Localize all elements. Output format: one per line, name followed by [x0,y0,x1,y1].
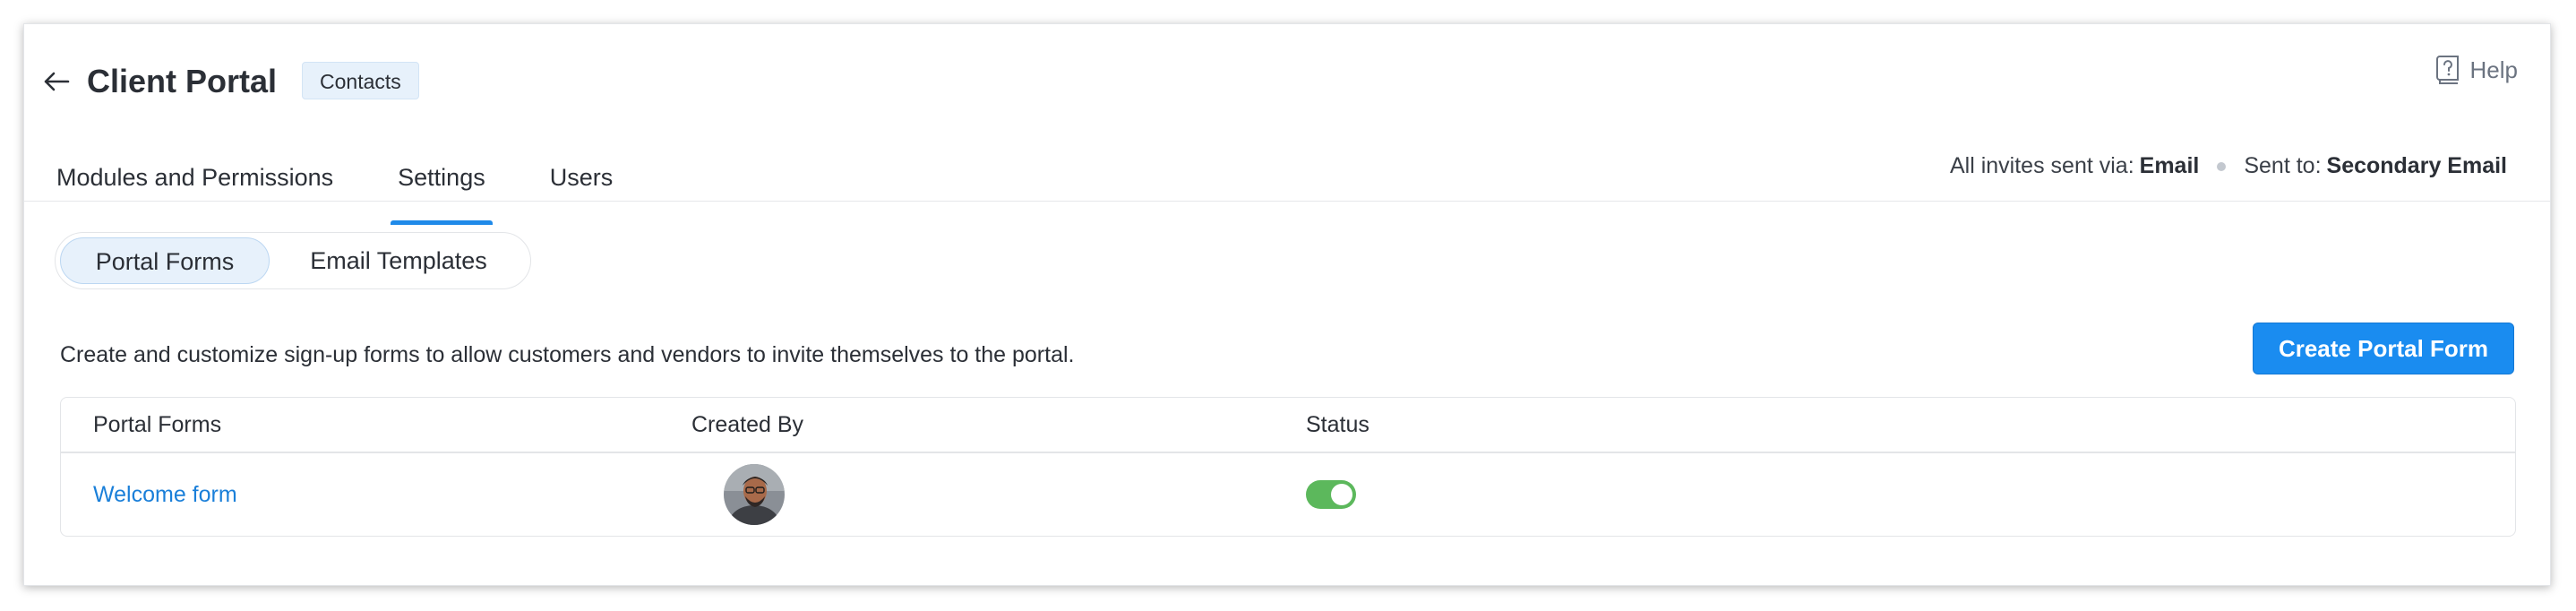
sent-to-label: Sent to: [2244,153,2322,178]
module-badge: Contacts [302,62,419,99]
arrow-left-icon [44,72,70,91]
help-link[interactable]: Help [2434,55,2518,85]
separator-dot [2217,161,2227,171]
toggle-knob [1331,484,1352,505]
create-portal-form-button[interactable]: Create Portal Form [2253,323,2514,374]
tab-settings[interactable]: Settings [391,132,493,225]
invites-via-label: All invites sent via: [1950,153,2134,178]
header-divider [24,201,2550,202]
page-title: Client Portal [87,63,278,99]
help-book-icon [2435,56,2459,84]
tab-bar: Modules and Permissions Settings Users [56,132,677,225]
help-label: Help [2469,56,2518,83]
column-header-status: Status [1306,412,1370,437]
sent-to-value: Secondary Email [2326,153,2507,178]
avatar [724,464,785,525]
tab-users[interactable]: Users [550,132,614,225]
column-header-portal-forms: Portal Forms [93,412,222,437]
status-toggle[interactable] [1306,480,1356,509]
table-row: Welcome form [61,453,2515,536]
section-description: Create and customize sign-up forms to al… [60,342,1075,367]
subtab-segment: Portal Forms Email Templates [55,232,531,289]
invite-settings-summary: All invites sent via: Email Sent to: Sec… [1950,153,2507,179]
subtab-email-templates[interactable]: Email Templates [284,237,513,284]
invites-via-value: Email [2139,153,2200,178]
back-button[interactable] [39,64,74,99]
subtab-portal-forms[interactable]: Portal Forms [60,237,270,284]
portal-forms-table: Portal Forms Created By Status Welcome f… [60,397,2516,537]
table-header: Portal Forms Created By Status [61,398,2515,453]
form-name-link[interactable]: Welcome form [93,482,237,508]
portal-settings-window: Client Portal Contacts Help Modules and … [23,23,2551,586]
column-header-created-by: Created By [691,412,804,437]
tab-modules-and-permissions[interactable]: Modules and Permissions [56,132,333,225]
